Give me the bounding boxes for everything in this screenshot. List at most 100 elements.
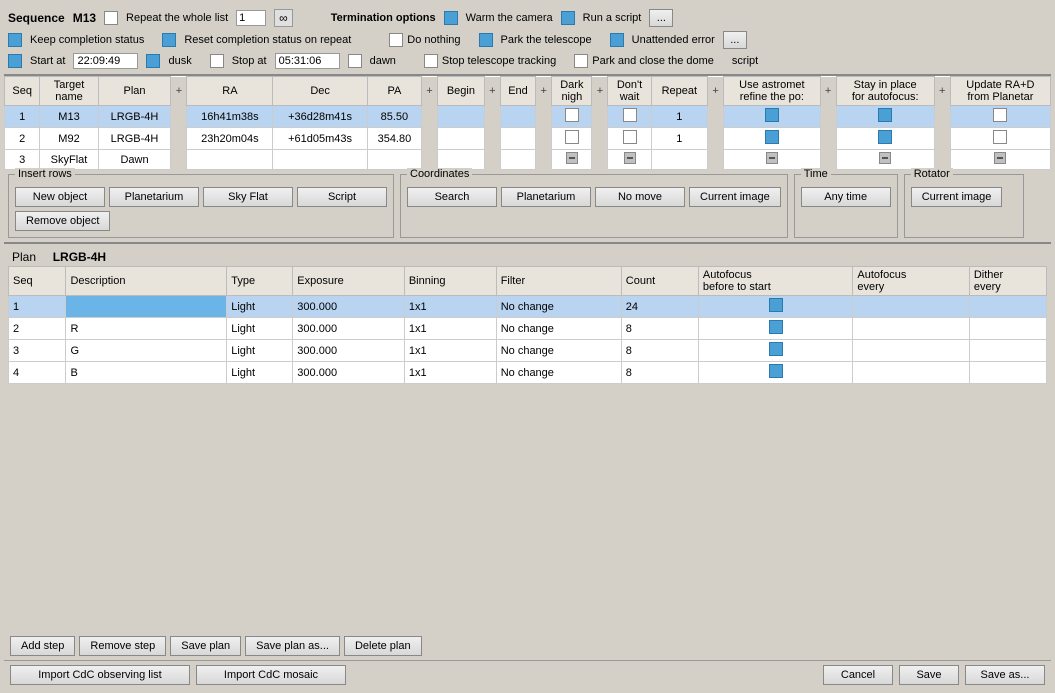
cell-ra <box>187 150 273 170</box>
plan-col-desc: Description <box>66 267 227 296</box>
plan-row[interactable]: 3 G Light 300.000 1x1 No change 8 <box>9 340 1047 362</box>
remove-object-button[interactable]: Remove object <box>15 211 110 231</box>
col-stay-add[interactable]: + <box>934 77 950 106</box>
unattended-error-checkbox[interactable] <box>610 33 624 47</box>
col-astromet-add[interactable]: + <box>820 77 836 106</box>
save-plan-as-button[interactable]: Save plan as... <box>245 636 340 656</box>
run-script-ellipsis[interactable]: ... <box>649 9 673 27</box>
reset-completion-checkbox[interactable] <box>162 33 176 47</box>
plan-cell-af-before[interactable] <box>698 318 853 340</box>
cell-plan-add <box>171 150 187 170</box>
cell-stay[interactable] <box>836 106 934 128</box>
cell-dont-wait[interactable] <box>608 150 651 170</box>
col-plan-add[interactable]: + <box>171 77 187 106</box>
cell-astromet[interactable] <box>724 106 820 128</box>
park-telescope-checkbox[interactable] <box>479 33 493 47</box>
plan-cell-af-before[interactable] <box>698 296 853 318</box>
sky-flat-button[interactable]: Sky Flat <box>203 187 293 207</box>
delete-plan-button[interactable]: Delete plan <box>344 636 422 656</box>
cell-stay[interactable] <box>836 128 934 150</box>
cell-update-ra[interactable] <box>950 106 1050 128</box>
cell-dark[interactable] <box>552 150 592 170</box>
no-move-button[interactable]: No move <box>595 187 685 207</box>
col-dark-add[interactable]: + <box>592 77 608 106</box>
park-close-dome-checkbox[interactable] <box>574 54 588 68</box>
cell-dark-add <box>592 128 608 150</box>
cell-pa-add <box>421 128 437 150</box>
save-plan-button[interactable]: Save plan <box>170 636 241 656</box>
cell-update-ra[interactable] <box>950 150 1050 170</box>
cell-astromet[interactable] <box>724 128 820 150</box>
cell-astromet-add <box>820 106 836 128</box>
plan-cell-af-before[interactable] <box>698 362 853 384</box>
unattended-error-ellipsis[interactable]: ... <box>723 31 747 49</box>
current-image-button-coord[interactable]: Current image <box>689 187 781 207</box>
park-close-dome-label: Park and close the dome <box>592 55 714 67</box>
search-button[interactable]: Search <box>407 187 497 207</box>
cell-dark[interactable] <box>552 106 592 128</box>
cell-dont-wait[interactable] <box>608 128 651 150</box>
add-step-button[interactable]: Add step <box>10 636 75 656</box>
cell-stay[interactable] <box>836 150 934 170</box>
cell-begin <box>437 106 484 128</box>
import-mosaic-button[interactable]: Import CdC mosaic <box>196 665 346 685</box>
col-pa-add[interactable]: + <box>421 77 437 106</box>
start-at-checkbox[interactable] <box>8 54 22 68</box>
col-begin: Begin <box>437 77 484 106</box>
plan-cell-af-before[interactable] <box>698 340 853 362</box>
table-row[interactable]: 1 M13 LRGB-4H 16h41m38s +36d28m41s 85.50 <box>5 106 1051 128</box>
table-row[interactable]: 2 M92 LRGB-4H 23h20m04s +61d05m43s 354.8… <box>5 128 1051 150</box>
new-object-button[interactable]: New object <box>15 187 105 207</box>
keep-completion-checkbox[interactable] <box>8 33 22 47</box>
sequence-name: M13 <box>73 11 96 25</box>
cell-dont-wait[interactable] <box>608 106 651 128</box>
save-button[interactable]: Save <box>899 665 959 685</box>
remove-step-button[interactable]: Remove step <box>79 636 166 656</box>
rotator-title: Rotator <box>911 168 953 180</box>
cell-repeat-add <box>708 106 724 128</box>
cell-pa <box>367 150 421 170</box>
cell-update-ra[interactable] <box>950 128 1050 150</box>
start-time-input[interactable] <box>73 53 138 69</box>
stop-time-input[interactable] <box>275 53 340 69</box>
plan-cell-binning: 1x1 <box>404 340 496 362</box>
infinity-button[interactable]: ∞ <box>274 9 293 27</box>
cell-plan: Dawn <box>98 150 171 170</box>
script-button[interactable]: Script <box>297 187 387 207</box>
repeat-value-input[interactable] <box>236 10 266 26</box>
cancel-button[interactable]: Cancel <box>823 665 893 685</box>
plan-cell-count: 8 <box>621 318 698 340</box>
warm-camera-checkbox[interactable] <box>444 11 458 25</box>
cell-plan: LRGB-4H <box>98 128 171 150</box>
cell-astromet[interactable] <box>724 150 820 170</box>
cell-target: M92 <box>40 128 98 150</box>
current-image-button-rotator[interactable]: Current image <box>911 187 1003 207</box>
stop-at-checkbox[interactable] <box>210 54 224 68</box>
col-begin-add[interactable]: + <box>484 77 500 106</box>
do-nothing-checkbox[interactable] <box>389 33 403 47</box>
plan-cell-seq: 1 <box>9 296 66 318</box>
plan-col-seq: Seq <box>9 267 66 296</box>
termination-label: Termination options <box>331 12 436 24</box>
col-end-add[interactable]: + <box>536 77 552 106</box>
dawn-checkbox[interactable] <box>348 54 362 68</box>
col-repeat-add[interactable]: + <box>708 77 724 106</box>
save-as-button[interactable]: Save as... <box>965 665 1045 685</box>
import-cdc-button[interactable]: Import CdC observing list <box>10 665 190 685</box>
col-astromet: Use astrometrefine the po: <box>724 77 820 106</box>
plan-row[interactable]: 4 B Light 300.000 1x1 No change 8 <box>9 362 1047 384</box>
planetarium-button-insert[interactable]: Planetarium <box>109 187 199 207</box>
cell-repeat-add <box>708 128 724 150</box>
table-row[interactable]: 3 SkyFlat Dawn <box>5 150 1051 170</box>
cell-begin <box>437 150 484 170</box>
plan-row[interactable]: 1 Light 300.000 1x1 No change 24 <box>9 296 1047 318</box>
any-time-button[interactable]: Any time <box>801 187 891 207</box>
run-script-checkbox[interactable] <box>561 11 575 25</box>
repeat-checkbox[interactable] <box>104 11 118 25</box>
cell-dark[interactable] <box>552 128 592 150</box>
plan-row[interactable]: 2 R Light 300.000 1x1 No change 8 <box>9 318 1047 340</box>
plan-cell-desc <box>66 296 227 318</box>
dusk-checkbox[interactable] <box>146 54 160 68</box>
stop-tracking-checkbox[interactable] <box>424 54 438 68</box>
planetarium-button-coord[interactable]: Planetarium <box>501 187 591 207</box>
